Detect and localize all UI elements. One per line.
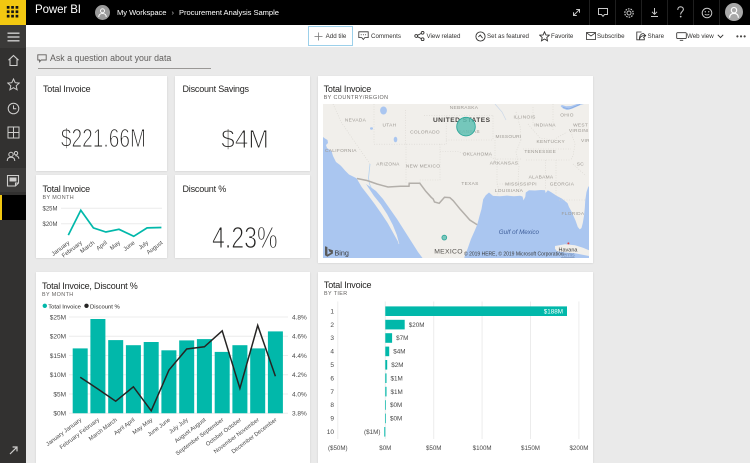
svg-text:$0M: $0M: [379, 444, 391, 451]
svg-text:6: 6: [330, 375, 334, 382]
svg-text:$15M: $15M: [49, 353, 65, 360]
svg-text:4.4%: 4.4%: [292, 353, 307, 360]
svg-text:UTAH: UTAH: [382, 122, 396, 128]
svg-text:SC: SC: [576, 161, 583, 167]
svg-text:$2M: $2M: [391, 362, 403, 369]
svg-text:3.8%: 3.8%: [292, 411, 307, 418]
svg-text:$1M: $1M: [391, 388, 403, 395]
svg-text:10: 10: [327, 429, 335, 436]
svg-text:NEVADA: NEVADA: [344, 117, 366, 123]
svg-text:$100M: $100M: [473, 444, 492, 451]
svg-text:$0M: $0M: [390, 402, 402, 409]
svg-text:($50M): ($50M): [328, 444, 348, 451]
svg-text:$50M: $50M: [426, 444, 441, 451]
svg-text:ARIZONA: ARIZONA: [376, 161, 400, 167]
svg-text:MEXICO: MEXICO: [434, 248, 463, 255]
svg-text:$0M: $0M: [53, 411, 66, 418]
svg-text:COLORADO: COLORADO: [410, 129, 440, 135]
svg-text:Total Invoice: Total Invoice: [48, 304, 81, 310]
svg-text:$188M: $188M: [544, 308, 563, 315]
svg-text:4: 4: [330, 348, 334, 355]
svg-text:May: May: [109, 240, 122, 252]
svg-text:MISSISSIPPI: MISSISSIPPI: [505, 181, 537, 187]
svg-text:KENTUCKY: KENTUCKY: [536, 139, 565, 145]
svg-text:ARKANSAS: ARKANSAS: [489, 160, 518, 166]
svg-text:$20M: $20M: [49, 334, 65, 341]
svg-text:$25M: $25M: [43, 207, 58, 213]
svg-text:OKLAHOMA: OKLAHOMA: [462, 151, 492, 157]
svg-text:ILLINOIS: ILLINOIS: [513, 114, 535, 120]
svg-text:3: 3: [330, 335, 334, 342]
svg-text:VIR: VIR: [581, 138, 589, 144]
svg-text:$221.66M: $221.66M: [61, 123, 146, 153]
svg-text:$25M: $25M: [49, 314, 65, 321]
svg-text:5: 5: [330, 362, 334, 369]
svg-text:9: 9: [330, 415, 334, 422]
svg-text:$20M: $20M: [409, 321, 425, 328]
svg-text:4.8%: 4.8%: [292, 314, 307, 321]
svg-text:$7M: $7M: [396, 335, 408, 342]
svg-text:April: April: [96, 240, 109, 252]
svg-text:June: June: [123, 240, 137, 253]
svg-text:NEBRASKA: NEBRASKA: [449, 105, 478, 111]
svg-text:2: 2: [330, 321, 334, 328]
svg-text:4.23%: 4.23%: [211, 220, 277, 255]
svg-text:$150M: $150M: [521, 444, 540, 451]
svg-text:OHIO: OHIO: [560, 112, 573, 118]
svg-text:7: 7: [330, 388, 334, 395]
svg-text:Bing: Bing: [334, 248, 348, 257]
svg-text:$4M: $4M: [221, 124, 269, 154]
svg-text:VIRGINIA: VIRGINIA: [568, 128, 588, 134]
svg-text:NEW MEXICO: NEW MEXICO: [405, 163, 439, 169]
svg-text:© 2019 HERE, © 2019 Microsoft: © 2019 HERE, © 2019 Microsoft Corporatio…: [464, 250, 564, 257]
svg-text:$20M: $20M: [43, 222, 58, 228]
svg-text:INDIANA: INDIANA: [534, 122, 556, 128]
svg-text:$5M: $5M: [53, 391, 66, 398]
svg-text:1: 1: [330, 308, 334, 315]
svg-text:TEXAS: TEXAS: [461, 181, 478, 187]
svg-text:GEORGIA: GEORGIA: [549, 181, 574, 187]
svg-text:Gulf of Mexico: Gulf of Mexico: [498, 228, 539, 235]
svg-text:4.6%: 4.6%: [292, 334, 307, 341]
svg-text:4.2%: 4.2%: [292, 372, 307, 379]
svg-text:Discount %: Discount %: [90, 304, 121, 310]
svg-text:WEST: WEST: [573, 122, 588, 128]
svg-text:March: March: [80, 240, 97, 255]
svg-text:$4M: $4M: [393, 348, 405, 355]
svg-text:$0M: $0M: [390, 415, 402, 422]
svg-text:4.0%: 4.0%: [292, 391, 307, 398]
svg-text:August: August: [146, 240, 165, 256]
svg-text:TENNESSEE: TENNESSEE: [524, 149, 556, 155]
svg-text:8: 8: [330, 402, 334, 409]
svg-text:Terms: Terms: [561, 252, 575, 258]
svg-text:($1M): ($1M): [364, 429, 380, 436]
svg-text:FLORIDA: FLORIDA: [561, 211, 584, 217]
svg-text:$1M: $1M: [391, 375, 403, 382]
svg-text:MISSOURI: MISSOURI: [495, 133, 521, 139]
svg-text:CALIFORNIA: CALIFORNIA: [325, 147, 357, 153]
svg-text:$10M: $10M: [49, 372, 65, 379]
svg-text:$200M: $200M: [569, 444, 588, 451]
svg-text:LOUISIANA: LOUISIANA: [494, 188, 523, 194]
svg-text:ALABAMA: ALABAMA: [528, 174, 553, 180]
